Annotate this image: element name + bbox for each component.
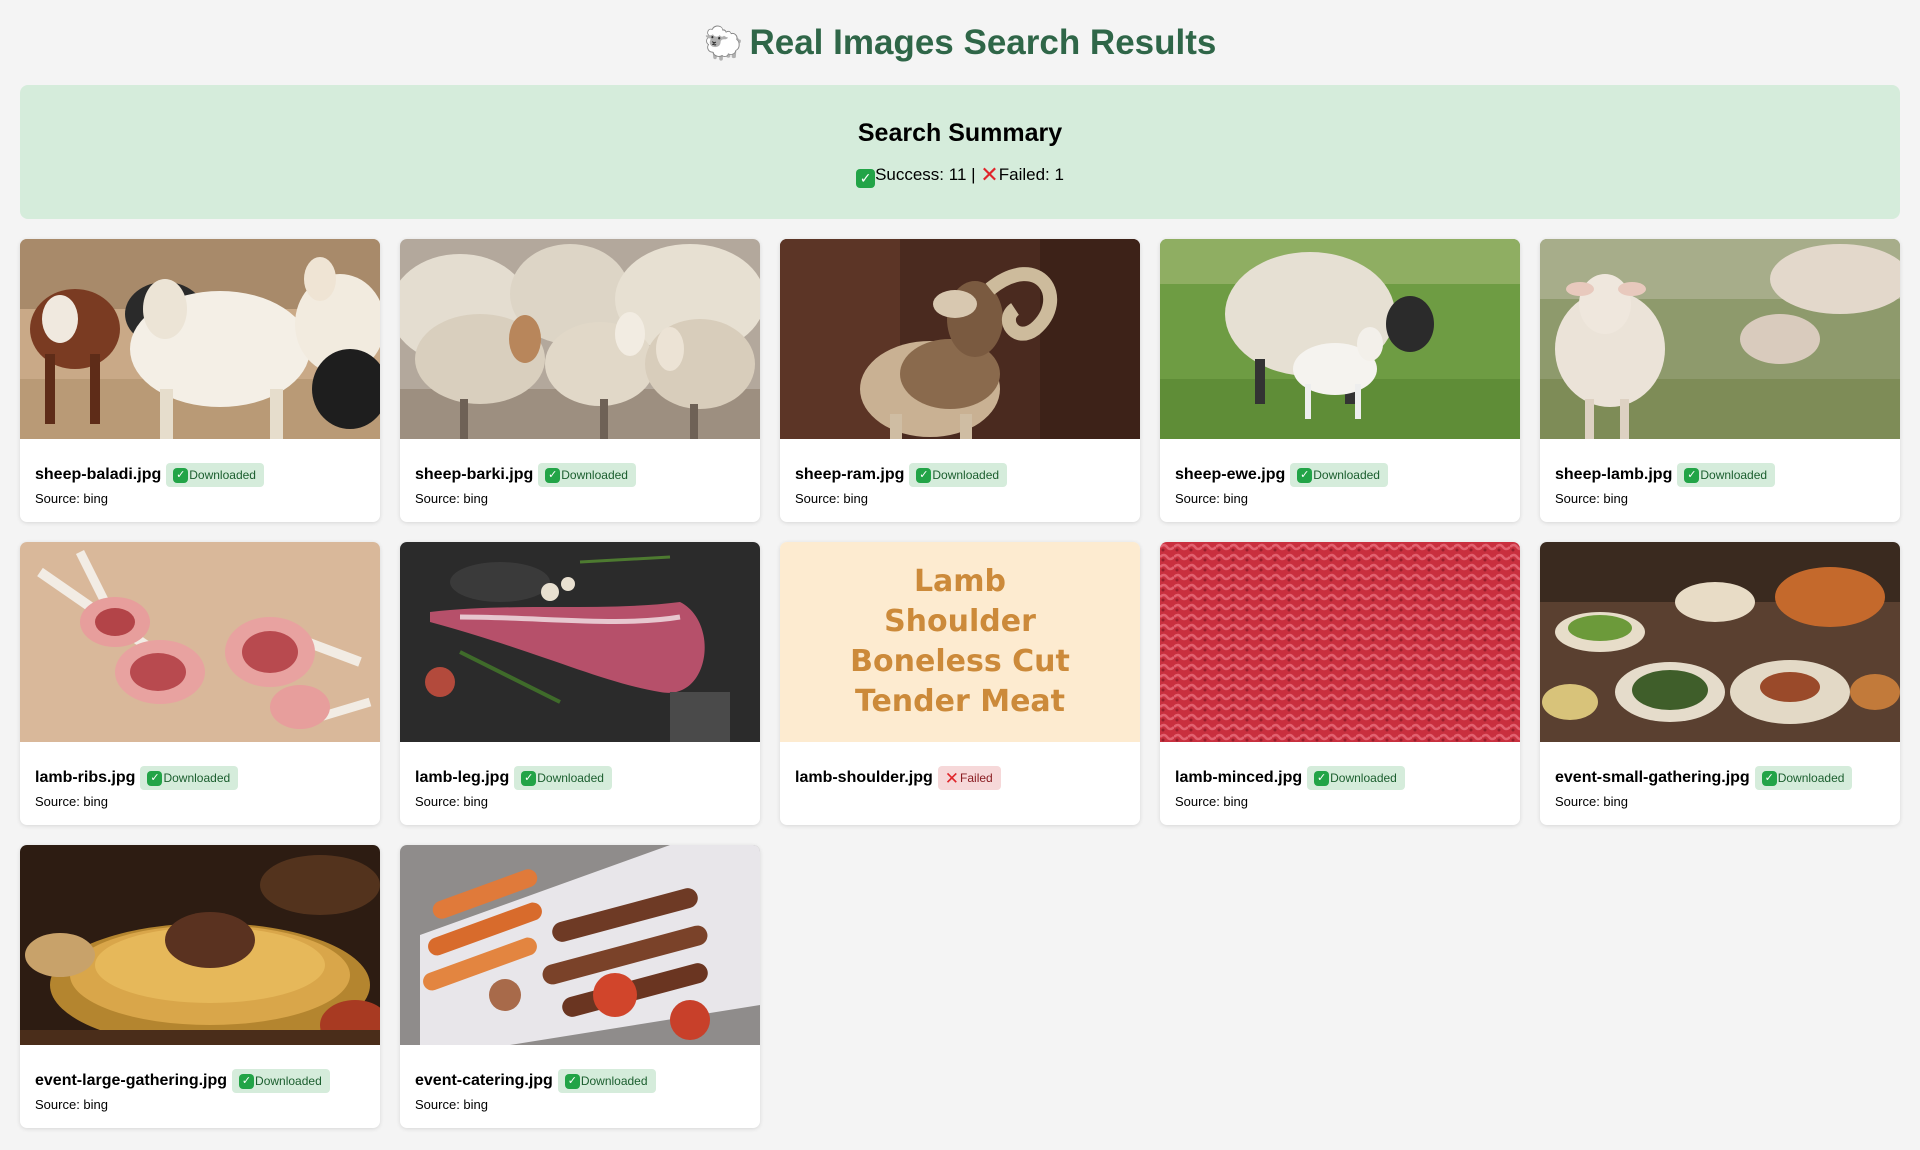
status-label: Downloaded [189, 468, 256, 482]
result-card: lamb-minced.jpg ✓ Downloaded Source: bing [1160, 542, 1520, 825]
result-image[interactable] [400, 845, 760, 1045]
search-summary-panel: Search Summary ✓ Success: 11 | ✕Failed: 1 [20, 85, 1900, 219]
source-label: Source: bing [415, 491, 488, 506]
file-name: event-catering.jpg [415, 1072, 553, 1089]
check-icon: ✓ [521, 770, 537, 786]
source-label: Source: bing [1555, 491, 1628, 506]
status-label: Downloaded [537, 771, 604, 785]
result-card: event-catering.jpg ✓ Downloaded Source: bi… [400, 845, 760, 1128]
status-badge: ✓ Downloaded [909, 463, 1008, 487]
status-badge: ✓ Downloaded [140, 766, 239, 790]
result-card: sheep-ewe.jpg ✓ Downloaded Source: bing [1160, 239, 1520, 522]
check-icon: ✓ [1684, 467, 1700, 483]
source-label: Source: bing [415, 794, 488, 809]
status-label: Downloaded [1777, 771, 1845, 785]
stats-separator: | [971, 165, 976, 184]
result-image[interactable]: Lamb Shoulder Boneless Cut Tender Meat [780, 542, 1140, 742]
result-card: sheep-barki.jpg ✓ Downloaded Source: bing [400, 239, 760, 522]
file-name: sheep-lamb.jpg [1555, 466, 1673, 483]
status-label: Downloaded [932, 468, 1000, 482]
status-label: Failed [960, 771, 993, 785]
file-name: sheep-ewe.jpg [1175, 466, 1286, 483]
summary-stats: ✓ Success: 11 | ✕Failed: 1 [20, 164, 1900, 188]
file-name: lamb-shoulder.jpg [795, 769, 933, 786]
check-icon: ✓ [545, 467, 561, 483]
status-label: Downloaded [1700, 468, 1768, 482]
source-label: Source: bing [795, 491, 868, 506]
source-label: Source: bing [1175, 794, 1248, 809]
result-image[interactable] [1160, 239, 1520, 439]
result-card: sheep-lamb.jpg ✓ Downloaded Source: bing [1540, 239, 1900, 522]
status-badge: ✓ Downloaded [557, 1069, 656, 1093]
source-label: Source: bing [1555, 794, 1628, 809]
file-name: event-large-gathering.jpg [35, 1072, 228, 1089]
status-badge: ✓ Downloaded [1290, 463, 1388, 487]
result-card: event-large-gathering.jpg ✓ Downloaded Sou… [20, 845, 380, 1128]
page-title-text: Real Images Search Results [749, 23, 1217, 62]
cross-icon: ✕ [944, 768, 960, 788]
sheep-icon: 🐑 [703, 25, 744, 61]
result-image[interactable] [20, 542, 380, 742]
status-badge: ✓ Downloaded [538, 463, 636, 487]
page-title: 🐑 Real Images Search Results [0, 20, 1920, 66]
result-card: event-small-gathering.jpg ✓ Downloaded Sou… [1540, 542, 1900, 825]
result-card: Lamb Shoulder Boneless Cut Tender Meat l… [780, 542, 1140, 825]
summary-heading: Search Summary [857, 119, 1063, 147]
source-label: Source: bing [35, 1097, 108, 1112]
status-label: Downloaded [163, 771, 231, 785]
file-name: event-small-gathering.jpg [1555, 769, 1750, 786]
cross-icon: ✕ [980, 162, 999, 187]
success-count: Success: 11 [875, 165, 967, 184]
result-card: sheep-baladi.jpg ✓ Downloaded Source: bing [20, 239, 380, 522]
check-icon: ✓ [564, 1073, 580, 1089]
file-name: lamb-ribs.jpg [35, 769, 136, 786]
result-image[interactable] [780, 239, 1140, 439]
result-card: lamb-leg.jpg ✓ Downloaded Source: bing [400, 542, 760, 825]
result-image[interactable] [1540, 542, 1900, 742]
results-grid: sheep-baladi.jpg ✓ Downloaded Source: bing [20, 239, 1900, 1128]
result-card: sheep-ram.jpg ✓ Downloaded Source: bing [780, 239, 1140, 522]
check-icon: ✓ [147, 770, 163, 786]
result-image[interactable] [1540, 239, 1900, 439]
status-label: Downloaded [580, 1074, 648, 1088]
result-image[interactable] [20, 845, 380, 1045]
file-name: sheep-barki.jpg [415, 466, 534, 483]
status-badge: ✕ Failed [937, 766, 1001, 790]
file-name: sheep-baladi.jpg [35, 466, 162, 483]
status-badge: ✓ Downloaded [514, 766, 612, 790]
source-label: Source: bing [35, 491, 108, 506]
status-label: Downloaded [1330, 771, 1397, 785]
result-image[interactable] [400, 542, 760, 742]
source-label: Source: bing [415, 1097, 488, 1112]
result-image[interactable] [20, 239, 380, 439]
result-image[interactable] [1160, 542, 1520, 742]
status-badge: ✓ Downloaded [1307, 766, 1405, 790]
file-name: lamb-minced.jpg [1175, 769, 1303, 786]
check-icon: ✓ [239, 1073, 255, 1089]
source-label: Source: bing [1175, 491, 1248, 506]
file-name: sheep-ram.jpg [795, 466, 905, 483]
check-icon: ✓ [856, 169, 876, 188]
check-icon: ✓ [916, 467, 932, 483]
status-badge: ✓ Downloaded [166, 463, 264, 487]
check-icon: ✓ [173, 467, 189, 483]
result-card: lamb-ribs.jpg ✓ Downloaded Source: bing [20, 542, 380, 825]
status-label: Downloaded [1313, 468, 1380, 482]
status-badge: ✓ Downloaded [1677, 463, 1776, 487]
failed-count: Failed: 1 [998, 165, 1064, 184]
check-icon: ✓ [1761, 770, 1777, 786]
check-icon: ✓ [1314, 770, 1330, 786]
source-label: Source: bing [35, 794, 108, 809]
status-badge: ✓ Downloaded [232, 1069, 330, 1093]
placeholder-text: Lamb Shoulder Boneless Cut Tender Meat [780, 542, 1140, 742]
file-name: lamb-leg.jpg [415, 769, 510, 786]
check-icon: ✓ [1297, 467, 1313, 483]
status-badge: ✓ Downloaded [1754, 766, 1853, 790]
status-label: Downloaded [255, 1074, 322, 1088]
status-label: Downloaded [561, 468, 628, 482]
result-image[interactable] [400, 239, 760, 439]
